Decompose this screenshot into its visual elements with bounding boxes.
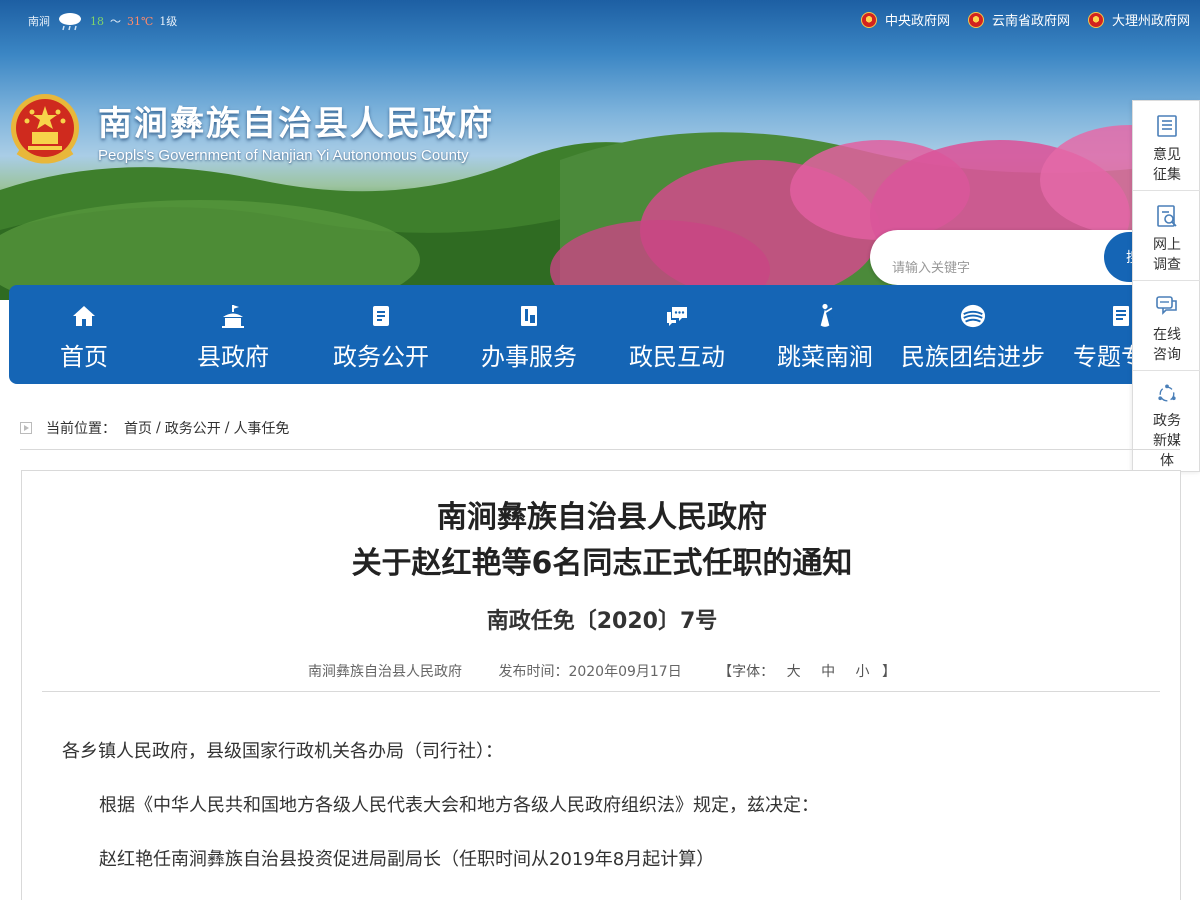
nav-label: 首页	[60, 343, 108, 371]
arrow-right-icon	[20, 422, 32, 434]
float-label: 网上调查	[1153, 237, 1181, 273]
side-float-panel: 意见征集 网上调查 在线咨询 政务新媒体	[1132, 100, 1200, 472]
chat-icon	[667, 307, 687, 326]
weather-wind: 1级	[159, 15, 178, 28]
divider	[20, 449, 1180, 450]
article-paragraph: 赵红艳任南涧彝族自治县投资促进局副局长（任职时间从2019年8月起计算）	[99, 849, 715, 870]
link-label[interactable]: 大理州政府网	[1112, 10, 1190, 29]
link-yunnan-gov[interactable]: 云南省政府网	[967, 10, 1070, 29]
national-emblem-logo[interactable]	[8, 90, 82, 170]
nav-item-services[interactable]: 办事服务	[455, 285, 603, 384]
nav-label: 跳菜南涧	[777, 343, 873, 371]
article-source: 南涧彝族自治县人民政府	[308, 664, 462, 680]
float-item-survey[interactable]: 网上调查	[1133, 191, 1200, 281]
national-emblem-icon	[967, 11, 984, 28]
breadcrumb-gov-affairs[interactable]: 政务公开	[165, 418, 221, 438]
nav-label: 政务公开	[333, 343, 429, 371]
font-size-small-button[interactable]: 小	[856, 664, 870, 680]
article-title: 南涧彝族自治县人民政府 关于赵红艳等6名同志正式任职的通知	[22, 495, 1182, 587]
weather-city: 南涧	[28, 15, 50, 28]
main-nav: 首页 县政府 政务公开 办事服务 政民互动 跳菜南涧 民族团结进步 专题专栏	[9, 285, 1200, 384]
link-dali-gov[interactable]: 大理州政府网	[1087, 10, 1190, 29]
float-item-feedback[interactable]: 意见征集	[1133, 101, 1200, 191]
font-size-switcher: 【字体： 大 中 小 】	[718, 664, 896, 680]
article-title-line2: 关于赵红艳等6名同志正式任职的通知	[351, 546, 853, 581]
article-paragraph: 根据《中华人民共和国地方各级人民代表大会和地方各级人民政府组织法》规定，兹决定：	[99, 795, 819, 816]
article-title-line1: 南涧彝族自治县人民政府	[437, 500, 767, 535]
weather-temp-high: 31℃	[127, 14, 154, 28]
national-emblem-icon	[1087, 11, 1104, 28]
float-item-new-media[interactable]: 政务新媒体	[1133, 371, 1200, 471]
link-central-gov[interactable]: 中央政府网	[860, 10, 950, 29]
breadcrumb: 当前位置： 首页 / 政务公开 / 人事任免	[20, 418, 289, 438]
unity-icon	[960, 304, 986, 328]
document-number: 南政任免〔2020〕7号	[486, 609, 718, 634]
nav-label: 县政府	[197, 343, 269, 371]
font-size-prefix: 【字体：	[718, 664, 775, 680]
nav-item-county-gov[interactable]: 县政府	[159, 285, 307, 384]
article-paragraph: 各乡镇人民政府，县级国家行政机关各办局（司行社）：	[62, 741, 503, 762]
link-label[interactable]: 云南省政府网	[992, 10, 1070, 29]
breadcrumb-personnel[interactable]: 人事任免	[233, 418, 289, 438]
breadcrumb-separator: /	[224, 420, 230, 436]
article-meta: 南涧彝族自治县人民政府 发布时间：2020年09月17日 【字体： 大 中 小 …	[22, 661, 1182, 681]
nav-label: 政民互动	[629, 343, 725, 371]
dancer-icon	[820, 303, 834, 327]
weather-widget: 南涧 18 ～ 31℃ 1级	[28, 11, 177, 31]
header-banner: 南涧 18 ～ 31℃ 1级 中央政府网 云南省政府网 大理州政府网 南涧彝族自…	[0, 0, 1200, 300]
article-publish-time: 发布时间：2020年09月17日	[498, 664, 682, 680]
breadcrumb-prefix: 当前位置：	[46, 421, 116, 437]
nav-item-interaction[interactable]: 政民互动	[603, 285, 751, 384]
document-icon	[373, 306, 389, 326]
article-container: 南涧彝族自治县人民政府 关于赵红艳等6名同志正式任职的通知 南政任免〔2020〕…	[21, 470, 1181, 900]
float-label: 意见征集	[1153, 147, 1181, 183]
nav-item-home[interactable]: 首页	[9, 285, 159, 384]
weather-separator: ～	[110, 15, 121, 28]
search-input[interactable]	[892, 243, 1100, 279]
breadcrumb-separator: /	[156, 420, 161, 436]
government-building-icon	[222, 305, 244, 328]
national-emblem-icon	[860, 11, 877, 28]
topic-icon	[1113, 306, 1129, 326]
nav-item-tiaocai[interactable]: 跳菜南涧	[751, 285, 899, 384]
divider	[42, 691, 1160, 692]
site-subtitle: Peopls's Government of Nanjian Yi Autono…	[98, 147, 469, 164]
new-media-icon	[1158, 384, 1176, 402]
nav-item-ethnic-unity[interactable]: 民族团结进步	[899, 285, 1047, 384]
float-label: 政务新媒体	[1153, 413, 1181, 469]
weather-temp-low: 18	[90, 14, 104, 28]
rain-cloud-icon	[59, 13, 81, 31]
consult-icon	[1156, 296, 1177, 315]
float-label: 在线咨询	[1153, 327, 1181, 363]
survey-icon	[1157, 205, 1177, 227]
feedback-icon	[1157, 115, 1177, 137]
float-item-consult[interactable]: 在线咨询	[1133, 281, 1200, 371]
external-links: 中央政府网 云南省政府网 大理州政府网	[860, 10, 1190, 29]
link-label[interactable]: 中央政府网	[885, 10, 950, 29]
home-icon	[73, 306, 95, 326]
breadcrumb-home[interactable]: 首页	[124, 418, 152, 438]
top-bar: 南涧 18 ～ 31℃ 1级 中央政府网 云南省政府网 大理州政府网	[0, 0, 1200, 40]
nav-label: 办事服务	[481, 343, 577, 371]
font-size-medium-button[interactable]: 中	[821, 664, 835, 680]
nav-label: 民族团结进步	[901, 343, 1045, 371]
nav-item-gov-affairs[interactable]: 政务公开	[307, 285, 455, 384]
site-title: 南涧彝族自治县人民政府	[98, 104, 494, 144]
font-size-large-button[interactable]: 大	[787, 664, 801, 680]
service-icon	[521, 306, 537, 326]
font-size-suffix: 】	[881, 664, 896, 680]
